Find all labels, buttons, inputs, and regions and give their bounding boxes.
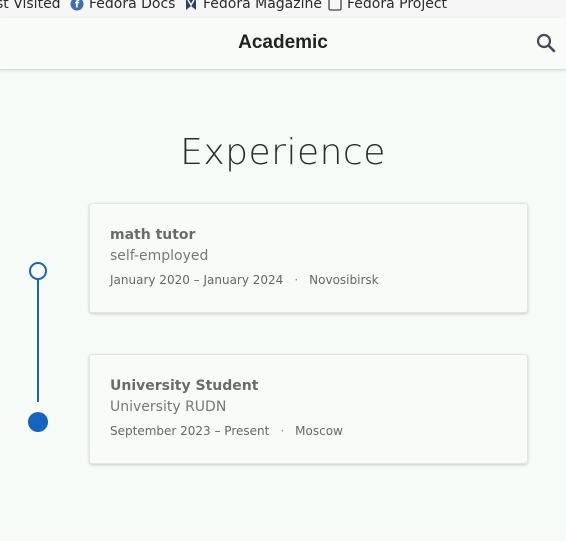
bookmark-label: Fedora Project bbox=[347, 0, 448, 12]
experience-role: math tutor bbox=[110, 227, 196, 243]
site-navbar: Academic bbox=[0, 18, 566, 70]
bookmark-label: Fedora Magazine bbox=[203, 0, 322, 12]
meta-separator: · bbox=[294, 273, 299, 287]
experience-location: Moscow bbox=[295, 424, 343, 438]
bookmark-label: st Visited bbox=[0, 0, 61, 12]
experience-organization: University RUDN bbox=[110, 399, 227, 415]
bookmark-icon bbox=[184, 0, 198, 11]
experience-meta: January 2020 – January 2024 · Novosibirsk bbox=[110, 272, 507, 288]
svg-text:f: f bbox=[75, 0, 80, 11]
experience-role: University Student bbox=[110, 378, 259, 394]
bookmarks-toolbar: st Visited f Fedora Docs Fedora Magazine… bbox=[0, 0, 566, 18]
search-icon[interactable] bbox=[536, 33, 556, 53]
timeline-marker-filled bbox=[28, 412, 48, 432]
experience-location: Novosibirsk bbox=[309, 273, 379, 287]
experience-meta: September 2023 – Present · Moscow bbox=[110, 423, 507, 439]
fedora-icon: f bbox=[70, 0, 84, 11]
site-brand[interactable]: Academic bbox=[0, 32, 566, 54]
experience-organization: self-employed bbox=[110, 248, 209, 264]
experience-card: math tutor self-employed January 2020 – … bbox=[89, 203, 528, 313]
bookmark-most-visited[interactable]: st Visited bbox=[0, 0, 61, 13]
bookmark-label: Fedora Docs bbox=[89, 0, 176, 12]
bookmark-fedora-project[interactable]: Fedora Project bbox=[328, 0, 447, 13]
meta-separator: · bbox=[280, 424, 285, 438]
experience-dates: September 2023 – Present bbox=[110, 424, 270, 438]
experience-dates: January 2020 – January 2024 bbox=[110, 273, 284, 287]
folder-icon bbox=[328, 0, 342, 11]
section-title: Experience bbox=[180, 132, 386, 173]
bookmark-fedora-magazine[interactable]: Fedora Magazine bbox=[184, 0, 322, 13]
timeline-marker-open bbox=[29, 262, 47, 280]
experience-card: University Student University RUDN Septe… bbox=[89, 354, 528, 464]
bookmark-fedora-docs[interactable]: f Fedora Docs bbox=[70, 0, 175, 13]
timeline-line bbox=[37, 280, 39, 402]
